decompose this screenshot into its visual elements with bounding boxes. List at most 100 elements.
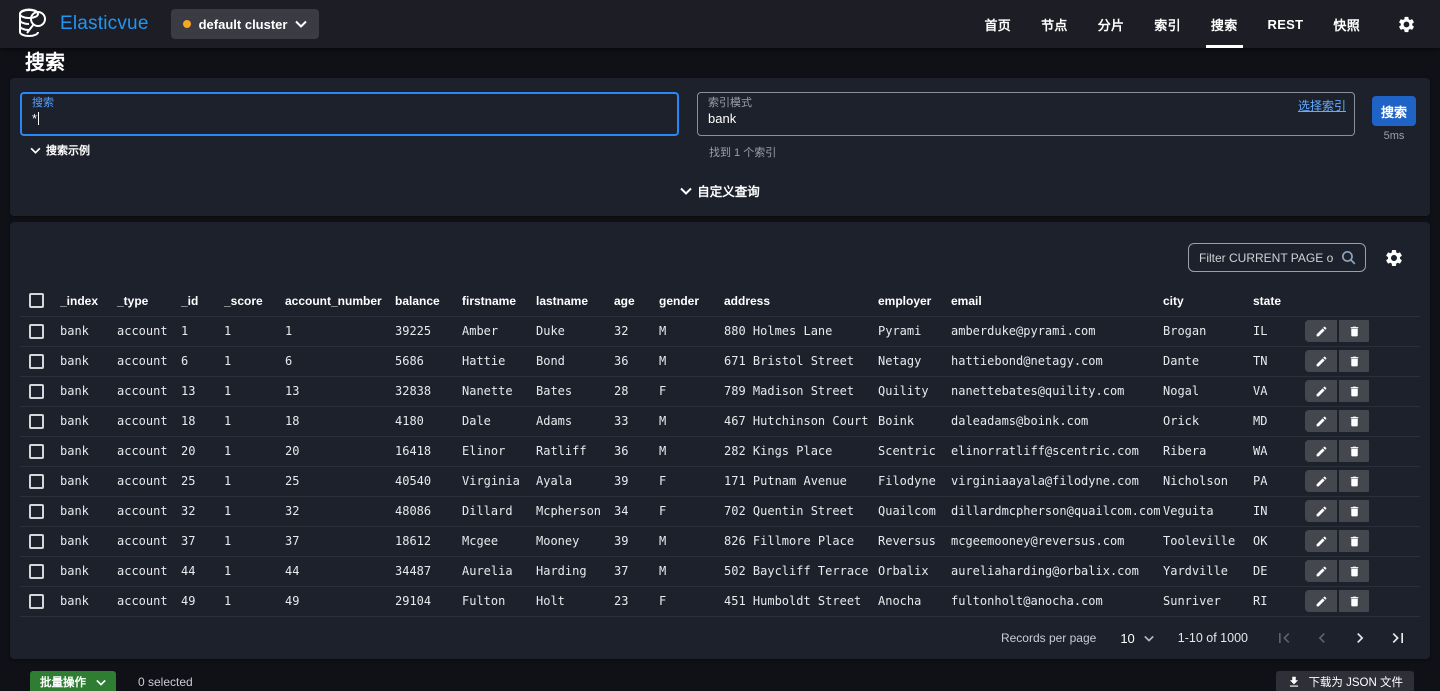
column-header-address[interactable]: address: [724, 286, 878, 316]
table-row[interactable]: bank account 18 1 18 4180 Dale Adams 33 M 467 Hutc…: [20, 405, 1420, 436]
edit-document-button[interactable]: [1305, 440, 1337, 462]
filter-input[interactable]: [1199, 250, 1334, 265]
nav-item-6[interactable]: 快照: [1318, 0, 1375, 48]
cell-address: 789 Madison Street: [724, 375, 878, 406]
search-query-field[interactable]: 搜索 *: [20, 92, 679, 136]
search-examples-toggle[interactable]: 搜索示例: [30, 142, 90, 158]
row-checkbox[interactable]: [29, 503, 44, 519]
edit-document-button[interactable]: [1305, 380, 1337, 402]
edit-document-button[interactable]: [1305, 410, 1337, 432]
nav-item-0[interactable]: 首页: [969, 0, 1026, 48]
delete-document-button[interactable]: [1337, 530, 1369, 552]
cell-firstname: Dale: [462, 405, 536, 436]
cell-email: amberduke@pyrami.com: [951, 315, 1163, 346]
column-header-lastname[interactable]: lastname: [536, 286, 614, 316]
delete-document-button[interactable]: [1337, 380, 1369, 402]
cell-_index: bank: [60, 585, 117, 617]
table-row[interactable]: bank account 37 1 37 18612 Mcgee Mooney 39 M 826 F…: [20, 525, 1420, 556]
column-header-_type[interactable]: _type: [117, 286, 181, 316]
cell-address: 467 Hutchinson Court: [724, 405, 878, 436]
row-checkbox[interactable]: [29, 473, 44, 489]
last-page-button[interactable]: [1386, 626, 1410, 650]
first-page-button[interactable]: [1272, 626, 1296, 650]
column-header-balance[interactable]: balance: [395, 286, 462, 316]
column-header-state[interactable]: state: [1253, 286, 1305, 316]
edit-document-button[interactable]: [1305, 320, 1337, 342]
edit-document-button[interactable]: [1305, 350, 1337, 372]
search-query-value: *: [32, 111, 38, 126]
edit-document-button[interactable]: [1305, 560, 1337, 582]
delete-document-button[interactable]: [1337, 410, 1369, 432]
cell-age: 33: [614, 405, 659, 436]
cluster-status-dot: [182, 20, 191, 28]
next-page-button[interactable]: [1348, 626, 1372, 650]
edit-document-button[interactable]: [1305, 470, 1337, 492]
text-cursor: [38, 112, 40, 125]
delete-icon: [1350, 446, 1358, 456]
cell-balance: 18612: [395, 525, 462, 556]
edit-document-button[interactable]: [1305, 500, 1337, 522]
table-row[interactable]: bank account 13 1 13 32838 Nanette Bates 28 F 789 …: [20, 375, 1420, 406]
nav-item-4[interactable]: 搜索: [1196, 0, 1253, 48]
delete-document-button[interactable]: [1337, 350, 1369, 372]
row-checkbox[interactable]: [29, 413, 44, 429]
column-header-email[interactable]: email: [951, 286, 1163, 316]
delete-document-button[interactable]: [1337, 440, 1369, 462]
delete-document-button[interactable]: [1337, 560, 1369, 582]
select-all-checkbox[interactable]: [29, 293, 44, 309]
cell-account_number: 25: [285, 465, 395, 496]
edit-document-button[interactable]: [1305, 530, 1337, 552]
table-settings-gear-icon[interactable]: [1384, 248, 1404, 268]
column-header-city[interactable]: city: [1163, 286, 1253, 316]
table-row[interactable]: bank account 25 1 25 40540 Virginia Ayala 39 F 171…: [20, 465, 1420, 496]
search-submit-button[interactable]: 搜索: [1372, 96, 1416, 126]
cell-email: mcgeemooney@reversus.com: [951, 525, 1163, 556]
custom-query-toggle[interactable]: 自定义查询: [680, 181, 760, 200]
nav-item-3[interactable]: 索引: [1139, 0, 1196, 48]
column-header-account_number[interactable]: account_number: [285, 286, 395, 316]
previous-page-button[interactable]: [1310, 626, 1334, 650]
cell-_id: 1: [181, 315, 224, 346]
delete-document-button[interactable]: [1337, 470, 1369, 492]
bulk-actions-button[interactable]: 批量操作: [30, 670, 116, 691]
index-pattern-label: 索引模式: [708, 97, 752, 109]
cell-email: virginiaayala@filodyne.com: [951, 465, 1163, 496]
table-row[interactable]: bank account 44 1 44 34487 Aurelia Harding 37 M 50…: [20, 555, 1420, 586]
table-row[interactable]: bank account 6 1 6 5686 Hattie Bond 36 M 671 Brist…: [20, 345, 1420, 376]
column-header-_id[interactable]: _id: [181, 286, 224, 316]
pagination: Records per page 10 1-10 of 1000: [1001, 617, 1410, 659]
column-header-age[interactable]: age: [614, 286, 659, 316]
row-checkbox[interactable]: [29, 353, 44, 369]
settings-gear-icon[interactable]: [1397, 15, 1416, 34]
select-index-link[interactable]: 选择索引: [1298, 97, 1346, 114]
cell-_score: 1: [224, 495, 285, 526]
column-header-employer[interactable]: employer: [878, 286, 951, 316]
row-checkbox[interactable]: [29, 443, 44, 459]
row-checkbox[interactable]: [29, 383, 44, 399]
delete-document-button[interactable]: [1337, 320, 1369, 342]
row-checkbox[interactable]: [29, 563, 44, 579]
column-header-_index[interactable]: _index: [60, 286, 117, 316]
table-row[interactable]: bank account 49 1 49 29104 Fulton Holt 23 F 451 Hu…: [20, 585, 1420, 617]
nav-item-5[interactable]: REST: [1253, 0, 1319, 48]
nav-item-1[interactable]: 节点: [1026, 0, 1083, 48]
delete-icon: [1350, 476, 1358, 486]
column-header-_score[interactable]: _score: [224, 286, 285, 316]
download-json-button[interactable]: 下载为 JSON 文件: [1276, 670, 1414, 691]
row-checkbox[interactable]: [29, 533, 44, 549]
table-row[interactable]: bank account 1 1 1 39225 Amber Duke 32 M 880 Holme…: [20, 315, 1420, 346]
table-row[interactable]: bank account 20 1 20 16418 Elinor Ratliff 36 M 282…: [20, 435, 1420, 466]
records-per-page-select[interactable]: 10: [1120, 631, 1154, 646]
column-header-gender[interactable]: gender: [659, 286, 724, 316]
cluster-selector[interactable]: default cluster: [170, 9, 320, 39]
delete-document-button[interactable]: [1337, 590, 1369, 612]
delete-document-button[interactable]: [1337, 500, 1369, 522]
table-row[interactable]: bank account 32 1 32 48086 Dillard Mcpherson 34 F…: [20, 495, 1420, 526]
row-checkbox[interactable]: [29, 593, 44, 609]
index-pattern-field[interactable]: 索引模式 bank 选择索引: [697, 92, 1355, 136]
row-checkbox[interactable]: [29, 323, 44, 339]
edit-document-button[interactable]: [1305, 590, 1337, 612]
cell-_type: account: [117, 435, 181, 466]
column-header-firstname[interactable]: firstname: [462, 286, 536, 316]
nav-item-2[interactable]: 分片: [1083, 0, 1140, 48]
